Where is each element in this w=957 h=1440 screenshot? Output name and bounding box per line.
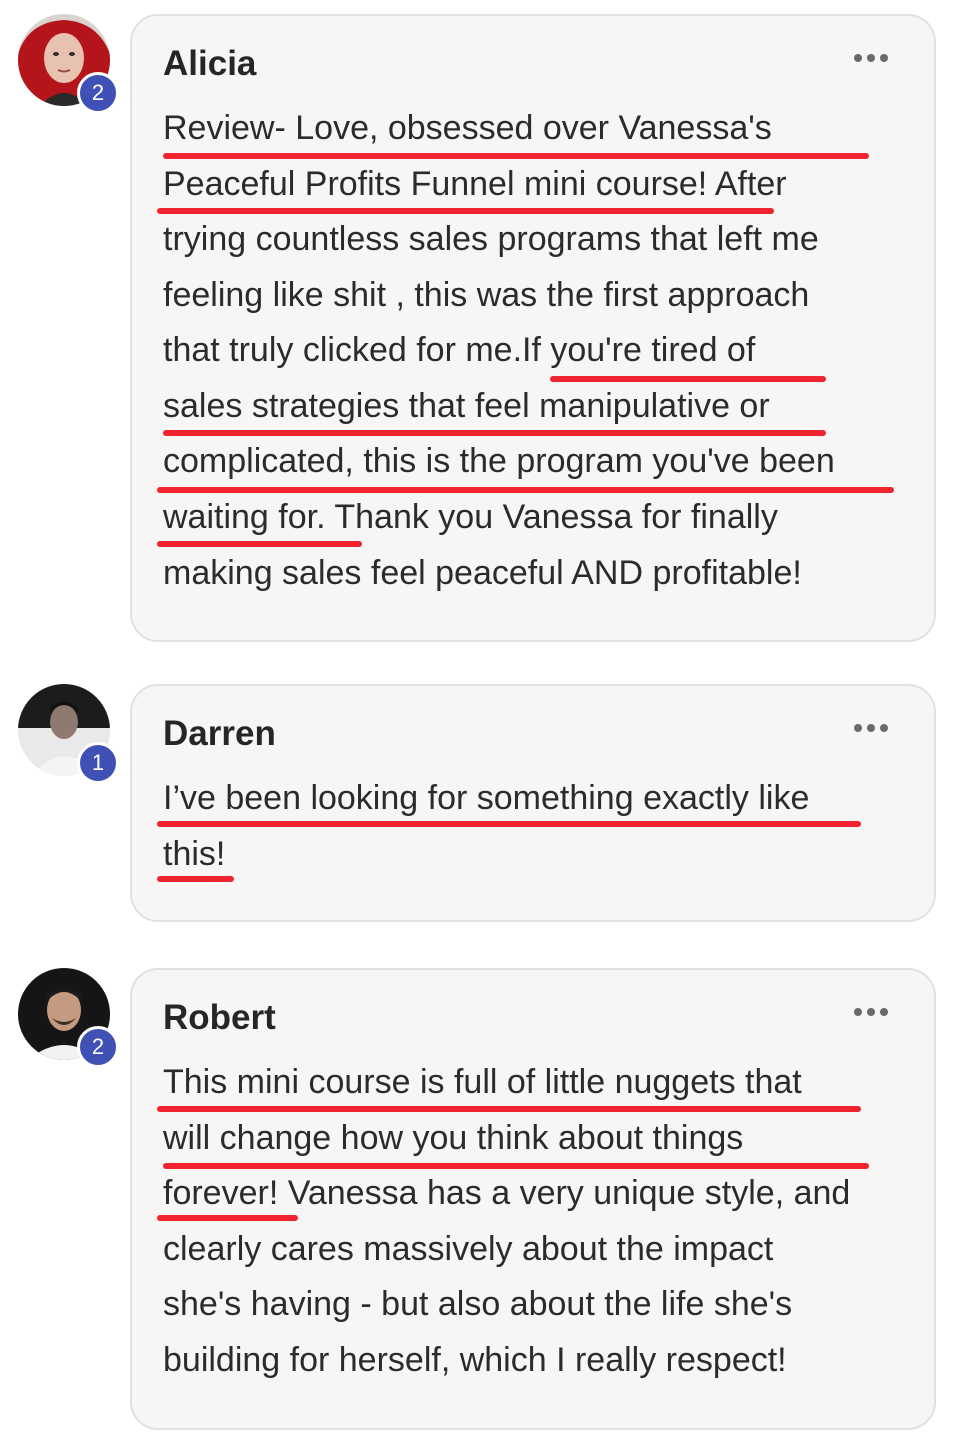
comment-card: Robert This mini course is full of littl… xyxy=(130,968,936,1430)
comment-text-line: Peaceful Profits Funnel mini course! Aft… xyxy=(163,165,787,203)
highlight-underline xyxy=(157,487,894,493)
comment-text-line: feeling like shit , this was the first a… xyxy=(163,276,810,314)
highlight-underline xyxy=(163,153,869,159)
highlight-underline xyxy=(157,1215,298,1221)
comment-author[interactable]: Alicia xyxy=(163,44,256,84)
comment-text-line: Review- Love, obsessed over Vanessa's xyxy=(163,109,772,147)
highlight-underline xyxy=(157,541,362,547)
comment-card: Alicia Review- Love, obsessed over Vanes… xyxy=(130,14,936,642)
comment-text-line: building for herself, which I really res… xyxy=(163,1341,787,1379)
comment-text-line: forever! Vanessa has a very unique style… xyxy=(163,1174,851,1212)
more-options-icon[interactable] xyxy=(854,1008,888,1018)
highlight-underline xyxy=(550,376,826,382)
comment-text-line: I’ve been looking for something exactly … xyxy=(163,779,810,817)
more-options-icon[interactable] xyxy=(854,54,888,64)
comment-text-line: sales strategies that feel manipulative … xyxy=(163,387,770,425)
comment-text-line: This mini course is full of little nugge… xyxy=(163,1063,802,1101)
comment-text-line: making sales feel peaceful AND profitabl… xyxy=(163,554,802,592)
comment-count-badge: 2 xyxy=(77,72,119,114)
highlight-underline xyxy=(163,430,826,436)
highlight-underline xyxy=(163,1163,869,1169)
comment-author[interactable]: Darren xyxy=(163,714,276,754)
highlight-underline xyxy=(157,876,234,882)
comment-text-line: clearly cares massively about the impact xyxy=(163,1230,774,1268)
comment-count-badge: 1 xyxy=(77,742,119,784)
comment-author[interactable]: Robert xyxy=(163,998,276,1038)
comment-text-line: that truly clicked for me.If you're tire… xyxy=(163,331,756,369)
highlight-underline xyxy=(157,1106,861,1112)
highlight-underline xyxy=(157,208,774,214)
comment-text-line: trying countless sales programs that lef… xyxy=(163,220,819,258)
comment-text-line: will change how you think about things xyxy=(163,1119,744,1157)
highlight-underline xyxy=(157,821,861,827)
comment-card: Darren I’ve been looking for something e… xyxy=(130,684,936,922)
comment-text-line: she's having - but also about the life s… xyxy=(163,1285,793,1323)
comment-text-line: this! xyxy=(163,835,226,873)
comment-text-line: waiting for. Thank you Vanessa for final… xyxy=(163,498,778,536)
comment-text-line: complicated, this is the program you've … xyxy=(163,442,835,480)
more-options-icon[interactable] xyxy=(854,724,888,734)
comment-count-badge: 2 xyxy=(77,1026,119,1068)
